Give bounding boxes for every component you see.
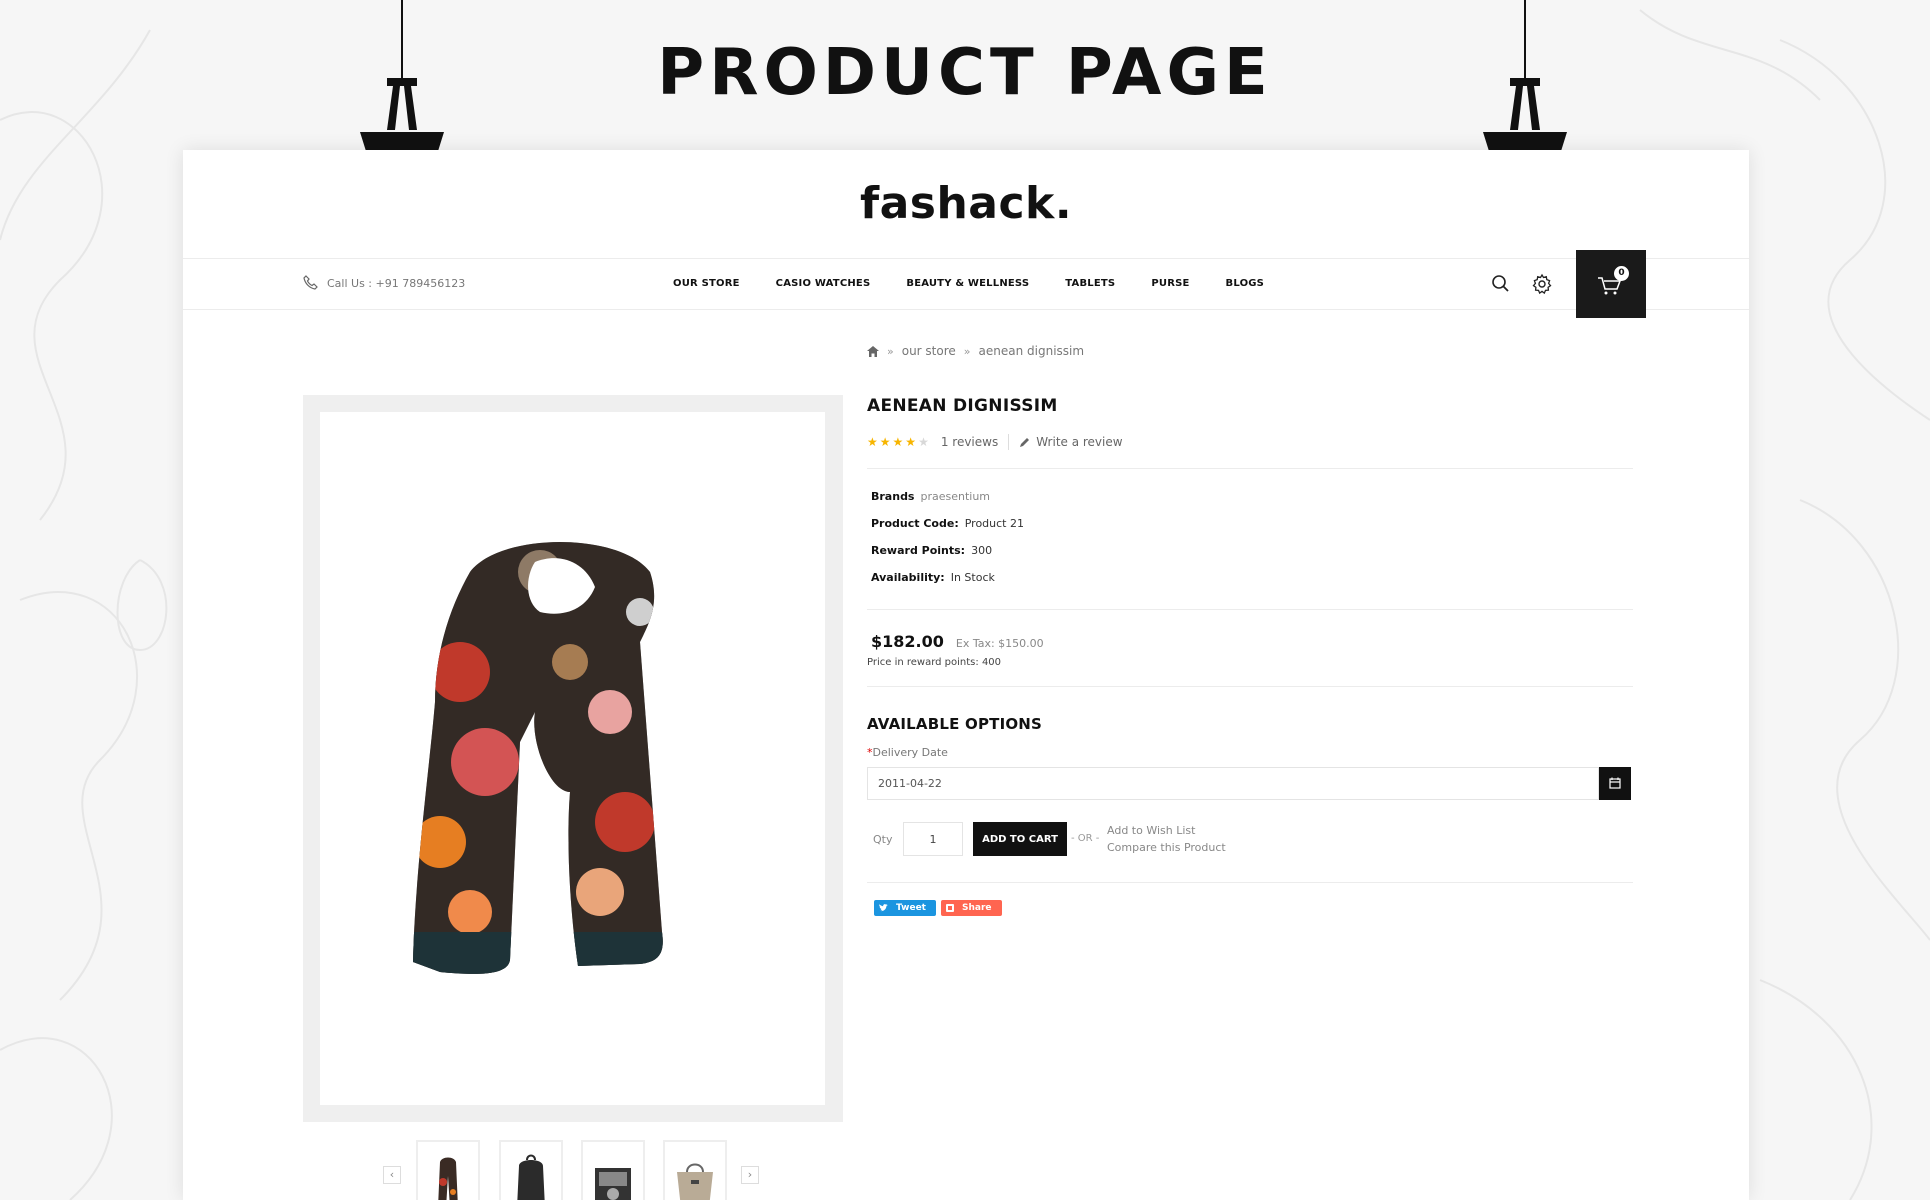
spec-availability-value: In Stock — [950, 571, 995, 584]
breadcrumb: » our store » aenean dignissim — [867, 344, 1084, 358]
menu-item-beauty-wellness[interactable]: BEAUTY & WELLNESS — [906, 278, 1029, 289]
tweet-label: Tweet — [896, 903, 926, 913]
phone-icon — [303, 275, 318, 290]
cart-icon — [1598, 277, 1622, 295]
thumbnails-next-arrow[interactable]: › — [741, 1166, 759, 1184]
spec-availability: Availability: In Stock — [871, 571, 1024, 598]
search-icon[interactable] — [1490, 273, 1512, 295]
page-heading: PRODUCT PAGE — [657, 36, 1273, 110]
menu-item-blogs[interactable]: BLOGS — [1226, 278, 1265, 289]
divider — [867, 686, 1633, 687]
delivery-date-label: *Delivery Date — [867, 746, 948, 759]
backpack-thumb-image — [517, 1154, 545, 1200]
spec-brand: Brands praesentium — [871, 490, 1024, 517]
home-icon[interactable] — [867, 345, 879, 357]
product-main-image[interactable] — [320, 412, 825, 1105]
handbag-thumb-image — [677, 1163, 713, 1200]
call-text: Call Us : +91 789456123 — [327, 276, 466, 290]
divider — [867, 468, 1633, 469]
thumbnail-scarf[interactable] — [416, 1140, 480, 1200]
thumbnail-handbag[interactable] — [663, 1140, 727, 1200]
rating-row: ★ ★ ★ ★ ★ 1 reviews Write a review — [867, 434, 1123, 450]
divider — [867, 609, 1633, 610]
twitter-icon — [879, 904, 888, 912]
share-label: Share — [961, 903, 992, 913]
star-filled-icon: ★ — [867, 435, 878, 449]
spec-reward-label: Reward Points: — [871, 544, 966, 557]
write-review-label: Write a review — [1036, 435, 1123, 449]
compare-product-link[interactable]: Compare this Product — [1107, 841, 1226, 854]
calendar-icon — [1609, 777, 1621, 789]
divider — [1008, 434, 1010, 450]
social-share: Tweet Share — [874, 900, 1002, 916]
tweet-button[interactable]: Tweet — [874, 900, 936, 916]
spec-code: Product Code: Product 21 — [871, 517, 1024, 544]
menu-item-purse[interactable]: PURSE — [1151, 278, 1189, 289]
delivery-date-text: Delivery Date — [872, 746, 948, 759]
rating-stars: ★ ★ ★ ★ ★ — [867, 435, 929, 449]
cart-count-badge: 0 — [1614, 266, 1629, 281]
settings-gear-icon[interactable] — [1531, 273, 1553, 295]
menu-item-casio-watches[interactable]: CASIO WATCHES — [776, 278, 871, 289]
breadcrumb-separator: » — [887, 344, 894, 358]
main-menu: OUR STORE CASIO WATCHES BEAUTY & WELLNES… — [673, 278, 1264, 289]
spec-brand-label: Brands — [871, 490, 915, 503]
ex-tax-price: Ex Tax: $150.00 — [955, 637, 1044, 650]
binder-clip-icon — [360, 0, 444, 164]
thumbnails-prev-arrow[interactable]: ‹ — [383, 1166, 401, 1184]
divider — [867, 882, 1633, 883]
spec-reward-value: 300 — [971, 544, 993, 557]
star-filled-icon: ★ — [892, 435, 904, 449]
product-specs: Brands praesentium Product Code: Product 2… — [871, 490, 1024, 598]
breadcrumb-product[interactable]: aenean dignissim — [979, 344, 1085, 358]
spec-code-label: Product Code: — [871, 517, 959, 530]
reward-points-price: Price in reward points: 400 — [867, 657, 1002, 668]
reviews-link[interactable]: 1 reviews — [941, 435, 998, 449]
qty-label: Qty — [873, 833, 893, 846]
delivery-date-input[interactable] — [867, 767, 1599, 800]
add-to-wishlist-link[interactable]: Add to Wish List — [1107, 824, 1195, 837]
scarf-thumb-image — [438, 1157, 458, 1200]
share-button[interactable]: Share — [940, 900, 1002, 916]
add-to-cart-button[interactable]: ADD TO CART — [973, 822, 1067, 856]
or-separator: - OR - — [1071, 833, 1100, 844]
star-filled-icon: ★ — [879, 435, 891, 449]
star-filled-icon: ★ — [905, 435, 917, 449]
thumbnail-watch-box[interactable] — [581, 1140, 645, 1200]
pencil-icon — [1020, 437, 1030, 447]
breadcrumb-our-store[interactable]: our store — [902, 344, 956, 358]
binder-clip-icon — [1483, 0, 1567, 164]
cart-button[interactable]: 0 — [1576, 250, 1646, 318]
watch-box-thumb-image — [595, 1168, 631, 1200]
menu-item-our-store[interactable]: OUR STORE — [673, 278, 740, 289]
spec-code-value: Product 21 — [964, 517, 1024, 530]
spec-reward: Reward Points: 300 — [871, 544, 1024, 571]
product-gallery — [303, 395, 843, 1122]
thumbnail-backpack[interactable] — [499, 1140, 563, 1200]
main-navbar: Call Us : +91 789456123 OUR STORE CASIO … — [183, 258, 1749, 310]
breadcrumb-separator: » — [963, 344, 971, 358]
write-review-link[interactable]: Write a review — [1019, 435, 1123, 449]
spec-brand-value[interactable]: praesentium — [920, 490, 990, 503]
product-title: AENEAN DIGNISSIM — [867, 396, 1058, 416]
share-icon — [945, 904, 954, 912]
star-empty-icon: ★ — [918, 435, 929, 449]
quantity-input[interactable] — [903, 822, 963, 856]
spec-availability-label: Availability: — [871, 571, 945, 584]
product-page-sheet: fashack. Call Us : +91 789456123 OUR STO… — [183, 150, 1749, 1200]
call-info: Call Us : +91 789456123 — [303, 275, 465, 291]
menu-item-tablets[interactable]: TABLETS — [1065, 278, 1115, 289]
product-price: $182.00 — [871, 632, 944, 651]
scarf-image — [413, 542, 663, 974]
store-logo[interactable]: fashack. — [183, 178, 1749, 229]
price-row: $182.00 Ex Tax: $150.00 — [871, 632, 1044, 651]
calendar-button[interactable] — [1599, 767, 1631, 800]
available-options-title: AVAILABLE OPTIONS — [867, 715, 1043, 733]
